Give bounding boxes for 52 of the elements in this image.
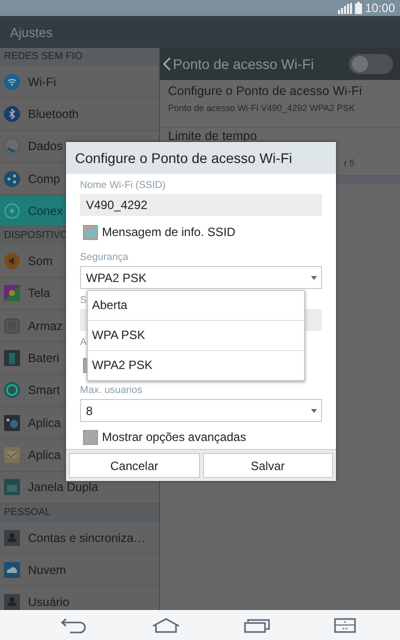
checkbox[interactable] [83, 430, 98, 444]
setting-subtitle: Ponto de acesso Wi-Fi V490_4292 WPA2 PSK [168, 103, 355, 113]
menu-icon[interactable] [334, 618, 356, 632]
status-time: 10:00 [364, 1, 395, 15]
toggle-switch[interactable] [349, 54, 393, 74]
setting-title: Limite de tempo [168, 130, 257, 143]
checkbox[interactable] [83, 224, 98, 240]
dropdown-field[interactable]: WPA2 PSK [80, 266, 322, 289]
dialog-button[interactable]: Cancelar [69, 453, 200, 478]
person-icon [4, 530, 20, 546]
recents-icon[interactable] [244, 618, 270, 632]
color-square-icon [4, 285, 20, 302]
field-label: Nome Wi-Fi (SSID) [80, 180, 166, 192]
battery-icon [4, 350, 20, 366]
checkbox-label: Mostrar opções avançadas [102, 430, 246, 444]
window-icon [4, 479, 20, 496]
app-title: Ajustes [10, 24, 53, 40]
person-icon [4, 594, 20, 610]
dropdown-field[interactable]: 8 [80, 399, 322, 422]
signal-icon [338, 2, 352, 14]
home-icon[interactable] [152, 617, 180, 633]
field-label: S [80, 295, 87, 307]
dropdown-arrow-icon [311, 408, 317, 412]
image-icon [4, 446, 20, 463]
apps-icon [4, 414, 20, 431]
wifi-icon [4, 74, 20, 90]
menu-option[interactable]: WPA2 PSK [88, 351, 304, 380]
bluetooth-icon [4, 106, 20, 122]
setting-title: Configure o Ponto de acesso Wi-Fi [168, 85, 362, 98]
cloud-icon [4, 562, 20, 578]
field-label: Max. usuarios [80, 385, 142, 397]
pie-icon [4, 138, 20, 154]
field-label: A [80, 337, 87, 349]
circle-icon [4, 382, 20, 398]
field-label: Segurança [80, 252, 128, 264]
section-header: REDES SEM FIO [0, 48, 159, 66]
menu-option[interactable]: WPA PSK [88, 321, 304, 351]
back-icon[interactable] [60, 616, 88, 634]
share-icon [4, 170, 20, 187]
storage-icon [4, 318, 20, 334]
check-icon [85, 226, 99, 238]
menu-option[interactable]: Aberta [88, 291, 304, 321]
speaker-icon [4, 253, 20, 270]
dropdown-arrow-icon [311, 276, 317, 280]
setting-subtitle: r 5 [344, 158, 355, 168]
battery-icon [354, 2, 362, 14]
ring-icon [4, 202, 20, 219]
chevron-icon [163, 57, 171, 71]
dialog-button[interactable]: Salvar [202, 453, 333, 478]
section-header: PESSOAL [0, 504, 159, 522]
dialog-title: Configure o Ponto de acesso Wi-Fi [66, 142, 336, 174]
input-field[interactable]: V490_4292 [80, 194, 322, 216]
